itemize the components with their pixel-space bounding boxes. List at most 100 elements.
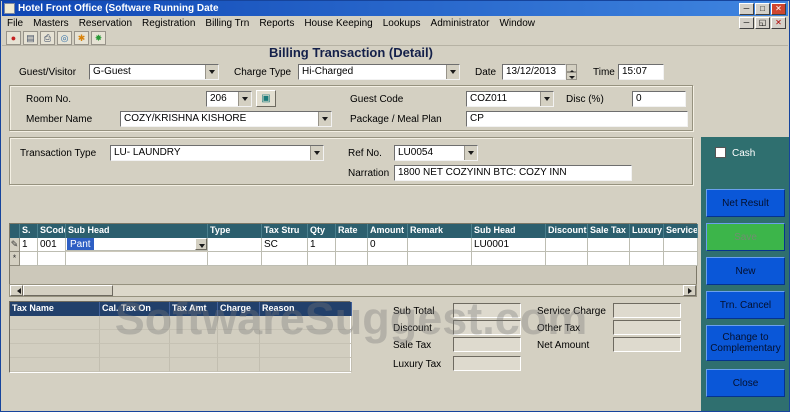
cell-type[interactable] — [208, 238, 262, 252]
cell-tax-stru[interactable] — [262, 252, 308, 266]
disc-input[interactable]: 0 — [632, 91, 686, 107]
menu-item-file[interactable]: File — [2, 18, 28, 29]
table-row[interactable]: ✎ 1 001 Pant SC 1 0 LU0001 — [10, 238, 698, 252]
cell-qty[interactable]: 1 — [308, 238, 336, 252]
grid-header-sale-tax[interactable]: Sale Tax — [588, 224, 630, 238]
charge-type-select[interactable]: Hi-Charged — [298, 64, 460, 80]
net-result-button[interactable]: Net Result — [706, 189, 785, 217]
new-button[interactable]: New — [706, 257, 785, 285]
guest-code-select[interactable]: COZ011 — [466, 91, 554, 107]
cell-amount[interactable]: 0 — [368, 238, 408, 252]
grid-header-scode[interactable]: SCode — [38, 224, 66, 238]
cell-remark[interactable] — [408, 252, 472, 266]
guest-visitor-select[interactable]: G-Guest — [89, 64, 219, 80]
cell-luxury[interactable] — [630, 252, 664, 266]
chevron-down-icon[interactable] — [318, 112, 331, 126]
cell-service[interactable] — [664, 238, 698, 252]
grid-header-service[interactable]: Service — [664, 224, 698, 238]
grid-header-discount[interactable]: Discount — [546, 224, 588, 238]
cell-amount[interactable] — [368, 252, 408, 266]
transaction-type-select[interactable]: LU- LAUNDRY — [110, 145, 324, 161]
cell-tax-stru[interactable]: SC — [262, 238, 308, 252]
menu-item-reservation[interactable]: Reservation — [74, 18, 137, 29]
save-button[interactable]: Save — [706, 223, 785, 251]
close-form-button[interactable]: Close — [706, 369, 785, 397]
cell-rate[interactable] — [336, 238, 368, 252]
grid-header-amount[interactable]: Amount — [368, 224, 408, 238]
cell-s[interactable]: 1 — [20, 238, 38, 252]
print-icon[interactable]: ⎙ — [40, 30, 55, 45]
minimize-button[interactable]: ─ — [739, 2, 754, 15]
scroll-right-icon[interactable] — [683, 285, 696, 296]
tools-icon[interactable]: ✸ — [91, 30, 106, 45]
menu-item-window[interactable]: Window — [494, 18, 540, 29]
room-no-select[interactable]: 206 — [206, 91, 252, 107]
chevron-down-icon[interactable] — [238, 92, 251, 106]
grid-header-sub-head-2[interactable]: Sub Head — [472, 224, 546, 238]
grid-header-rate[interactable]: Rate — [336, 224, 368, 238]
cell-discount[interactable] — [546, 238, 588, 252]
cell-remark[interactable] — [408, 238, 472, 252]
menu-item-house-keeping[interactable]: House Keeping — [299, 18, 377, 29]
mdi-minimize-button[interactable]: ─ — [739, 17, 754, 29]
mdi-close-button[interactable]: ✕ — [771, 17, 786, 29]
cell-s[interactable] — [20, 252, 38, 266]
menu-item-lookups[interactable]: Lookups — [378, 18, 426, 29]
chevron-down-icon[interactable] — [540, 92, 553, 106]
menu-item-registration[interactable]: Registration — [137, 18, 200, 29]
mdi-restore-button[interactable]: ◱ — [755, 17, 770, 29]
date-input[interactable]: 13/12/2013 — [502, 64, 566, 80]
record-icon[interactable]: ● — [6, 30, 21, 45]
cell-discount[interactable] — [546, 252, 588, 266]
change-to-complementary-button[interactable]: Change to Complementary — [706, 325, 785, 361]
scrollbar-thumb[interactable] — [23, 285, 113, 296]
grid-header-tax-stru[interactable]: Tax Stru — [262, 224, 308, 238]
cash-checkbox[interactable] — [715, 147, 726, 158]
menu-item-administrator[interactable]: Administrator — [426, 18, 495, 29]
member-name-select[interactable]: COZY/KRISHNA KISHORE — [120, 111, 332, 127]
package-input[interactable]: CP — [466, 111, 688, 127]
grid-header-qty[interactable]: Qty — [308, 224, 336, 238]
grid-header-s[interactable]: S. — [20, 224, 38, 238]
grid-horizontal-scrollbar[interactable] — [9, 284, 697, 297]
settings-icon[interactable]: ✱ — [74, 30, 89, 45]
spin-down-icon[interactable] — [566, 72, 577, 80]
cell-luxury[interactable] — [630, 238, 664, 252]
time-input[interactable]: 15:07 — [618, 64, 664, 80]
table-row[interactable]: * — [10, 252, 698, 266]
preview-icon[interactable]: ◎ — [57, 30, 72, 45]
grid-header-type[interactable]: Type — [208, 224, 262, 238]
cell-sub-head[interactable] — [66, 252, 208, 266]
cell-qty[interactable] — [308, 252, 336, 266]
chevron-down-icon[interactable] — [310, 146, 323, 160]
chevron-down-icon[interactable] — [195, 238, 207, 250]
cell-service[interactable] — [664, 252, 698, 266]
cell-sub-head-2[interactable]: LU0001 — [472, 238, 546, 252]
cell-scode[interactable]: 001 — [38, 238, 66, 252]
new-icon[interactable]: ▤ — [23, 30, 38, 45]
narration-input[interactable]: 1800 NET COZYINN BTC: COZY INN — [394, 165, 632, 181]
cell-rate[interactable] — [336, 252, 368, 266]
trn-cancel-button[interactable]: Trn. Cancel — [706, 291, 785, 319]
menu-item-billing-trn[interactable]: Billing Trn — [200, 18, 254, 29]
cell-scode[interactable] — [38, 252, 66, 266]
cell-sale-tax[interactable] — [588, 252, 630, 266]
room-lookup-button[interactable]: ▣ — [256, 90, 276, 107]
spin-up-icon[interactable] — [566, 64, 577, 73]
menu-item-reports[interactable]: Reports — [254, 18, 299, 29]
cell-sub-head-select[interactable]: Pant — [66, 238, 208, 251]
ref-no-select[interactable]: LU0054 — [394, 145, 478, 161]
menu-item-masters[interactable]: Masters — [28, 18, 74, 29]
close-button[interactable]: ✕ — [771, 2, 786, 15]
chevron-down-icon[interactable] — [205, 65, 218, 79]
scroll-left-icon[interactable] — [10, 285, 23, 296]
cell-sub-head-2[interactable] — [472, 252, 546, 266]
cell-type[interactable] — [208, 252, 262, 266]
chevron-down-icon[interactable] — [464, 146, 477, 160]
maximize-button[interactable]: □ — [755, 2, 770, 15]
grid-header-sub-head[interactable]: Sub Head — [66, 224, 208, 238]
grid-header-luxury[interactable]: Luxury — [630, 224, 664, 238]
grid-header-remark[interactable]: Remark — [408, 224, 472, 238]
chevron-down-icon[interactable] — [446, 65, 459, 79]
cell-sale-tax[interactable] — [588, 238, 630, 252]
